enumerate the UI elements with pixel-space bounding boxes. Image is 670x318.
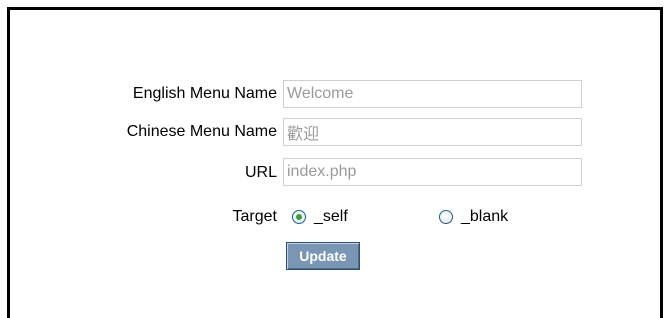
radio-dot-icon xyxy=(296,214,302,220)
target-option-blank-label: _blank xyxy=(461,208,509,225)
target-option-self[interactable]: _self xyxy=(292,207,348,227)
radio-selected-icon[interactable] xyxy=(292,210,306,224)
target-option-blank[interactable]: _blank xyxy=(439,207,508,227)
update-button[interactable]: Update xyxy=(286,242,360,270)
chinese-menu-name-label: Chinese Menu Name xyxy=(126,123,277,140)
target-label: Target xyxy=(232,208,277,225)
radio-unselected-icon[interactable] xyxy=(439,210,453,224)
english-menu-name-field[interactable] xyxy=(283,80,582,108)
chinese-menu-name-field[interactable] xyxy=(283,118,582,146)
url-field[interactable] xyxy=(283,158,582,186)
url-label: URL xyxy=(244,164,277,181)
target-option-self-label: _self xyxy=(314,208,348,225)
english-menu-name-label: English Menu Name xyxy=(132,85,277,102)
